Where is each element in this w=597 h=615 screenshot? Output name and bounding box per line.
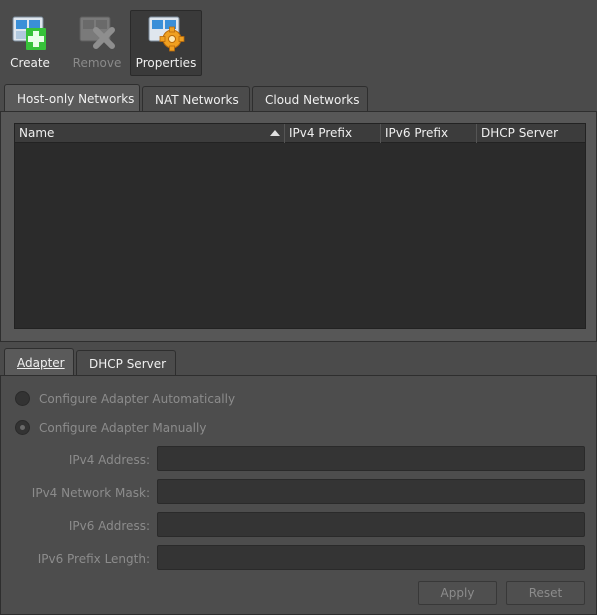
radio-automatic[interactable]: [15, 391, 30, 406]
networks-table[interactable]: Name IPv4 Prefix IPv6 Prefix DHCP Server: [14, 123, 586, 329]
tab-label: Adapter: [17, 355, 65, 370]
column-header-dhcp-server[interactable]: DHCP Server: [477, 124, 585, 143]
column-header-ipv6-prefix[interactable]: IPv6 Prefix: [381, 124, 477, 143]
network-type-tabs: Host-only Networks NAT Networks Cloud Ne…: [4, 84, 370, 112]
column-header-name[interactable]: Name: [15, 124, 285, 143]
table-body: [15, 143, 585, 329]
tab-label: NAT Networks: [155, 92, 239, 107]
table-header: Name IPv4 Prefix IPv6 Prefix DHCP Server: [15, 124, 585, 143]
remove-label: Remove: [72, 56, 122, 70]
configure-manually-option[interactable]: Configure Adapter Manually: [15, 420, 206, 435]
properties-button[interactable]: Properties: [130, 10, 202, 76]
column-header-ipv4-prefix[interactable]: IPv4 Prefix: [285, 124, 381, 143]
ipv4-address-label: IPv4 Address:: [68, 453, 150, 467]
tab-host-only-networks[interactable]: Host-only Networks: [4, 84, 140, 112]
properties-label: Properties: [135, 56, 197, 70]
create-label: Create: [10, 56, 50, 70]
ipv4-address-field[interactable]: [157, 446, 585, 471]
ipv6-prefix-length-field[interactable]: [157, 545, 585, 570]
ipv4-network-mask-label: IPv4 Network Mask:: [31, 486, 150, 500]
details-tabs: Adapter DHCP Server: [4, 348, 178, 376]
networks-panel: Name IPv4 Prefix IPv6 Prefix DHCP Server: [0, 111, 597, 342]
remove-button[interactable]: Remove: [70, 10, 124, 76]
tab-nat-networks[interactable]: NAT Networks: [142, 86, 250, 112]
tab-label: DHCP Server: [89, 356, 167, 371]
apply-button[interactable]: Apply: [418, 581, 497, 605]
reset-button[interactable]: Reset: [506, 581, 585, 605]
ipv4-network-mask-field[interactable]: [157, 479, 585, 504]
tab-dhcp-server[interactable]: DHCP Server: [76, 350, 176, 376]
ipv6-address-field[interactable]: [157, 512, 585, 537]
create-network-icon: [11, 14, 49, 52]
tab-adapter[interactable]: Adapter: [4, 348, 74, 376]
sort-ascending-icon: [270, 130, 280, 136]
remove-network-icon: [78, 14, 116, 52]
toolbar: Create Remove Properties: [0, 0, 597, 80]
tab-label: Host-only Networks: [17, 91, 135, 106]
radio-manual[interactable]: [15, 420, 30, 435]
ipv6-prefix-length-label: IPv6 Prefix Length:: [37, 552, 150, 566]
tab-label: Cloud Networks: [265, 92, 360, 107]
create-button[interactable]: Create: [4, 10, 56, 76]
host-network-manager: Create Remove Properties Host-only Netwo…: [0, 0, 597, 615]
ipv6-address-label: IPv6 Address:: [68, 519, 150, 533]
configure-automatically-option[interactable]: Configure Adapter Automatically: [15, 391, 235, 406]
tab-cloud-networks[interactable]: Cloud Networks: [252, 86, 368, 112]
properties-gear-icon: [147, 14, 185, 52]
